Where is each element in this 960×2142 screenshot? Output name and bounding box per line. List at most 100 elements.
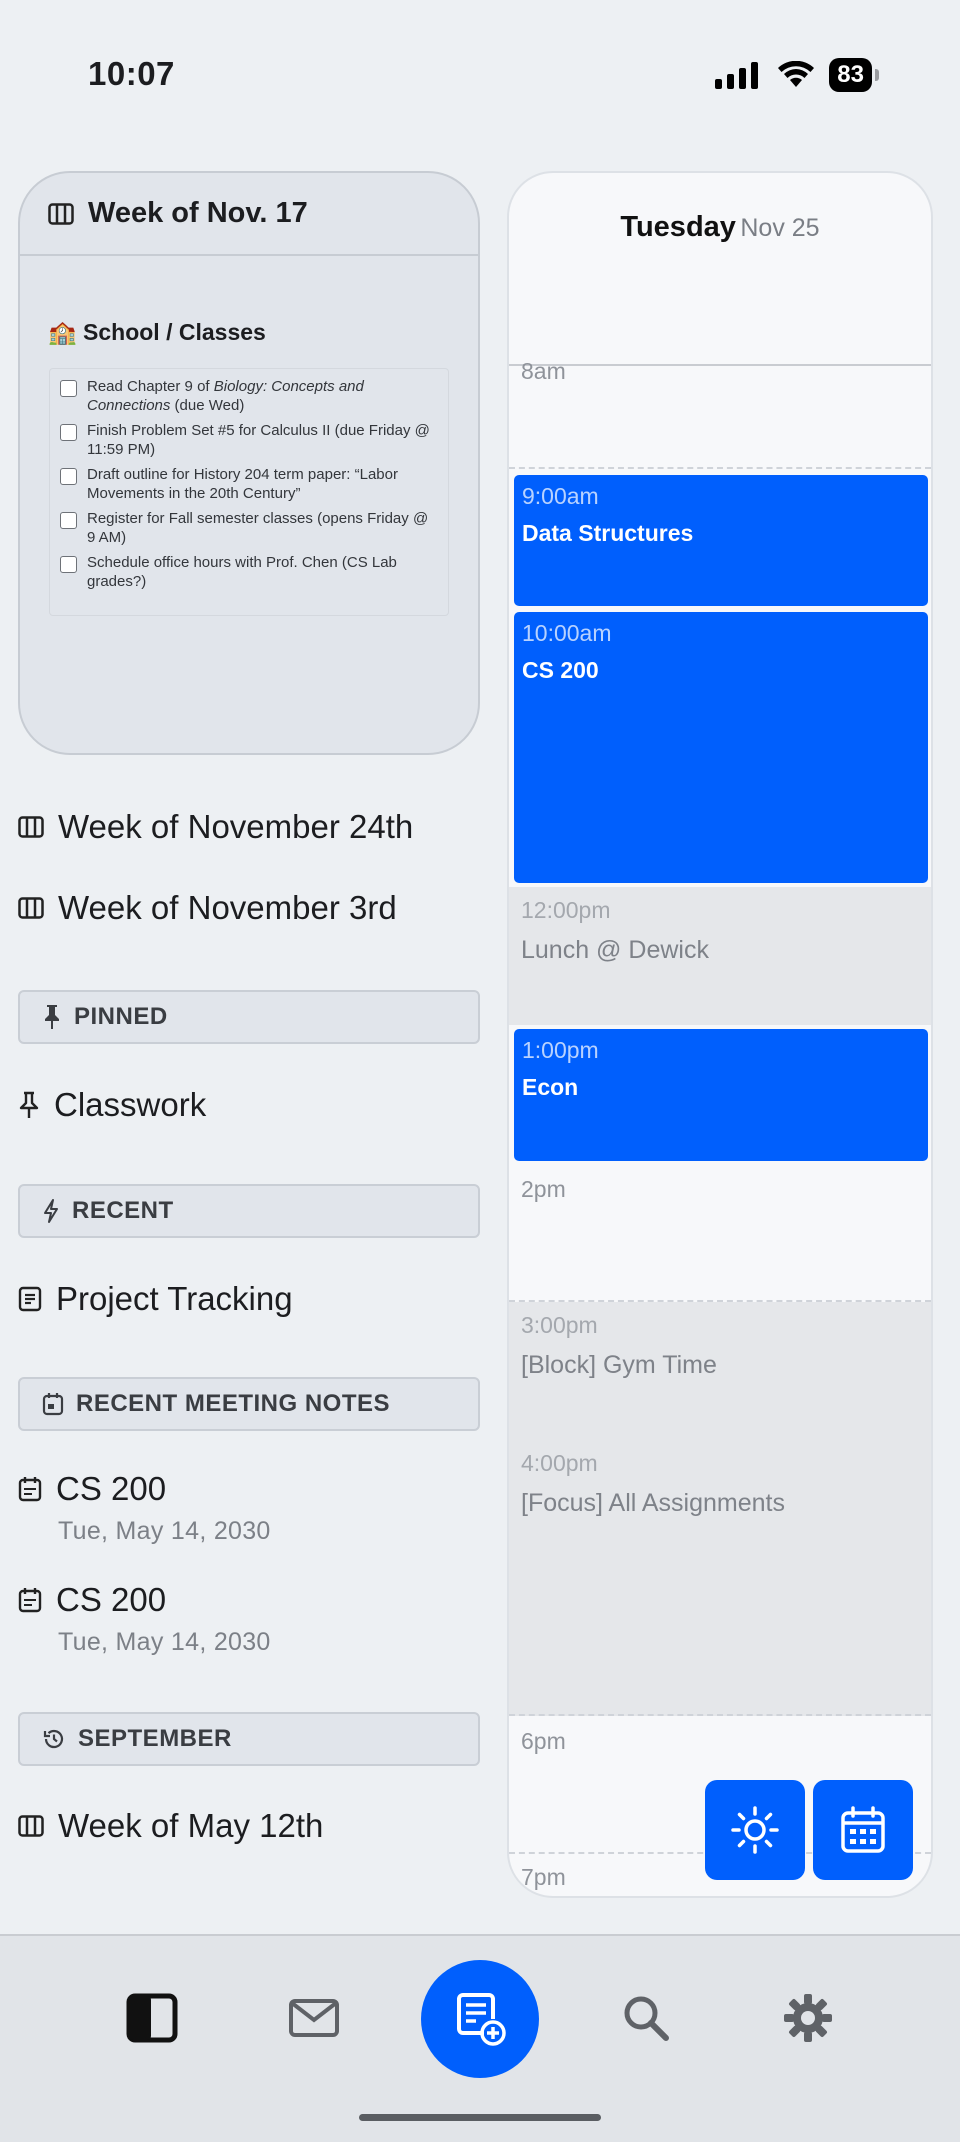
hour-row-8am[interactable]: 8am bbox=[509, 358, 931, 469]
event-data-structures[interactable]: 9:00am Data Structures bbox=[514, 475, 928, 606]
calendar-note-icon bbox=[18, 1477, 42, 1502]
week-label: Week of November 24th bbox=[58, 808, 414, 845]
meeting-notes-section-header: RECENT MEETING NOTES bbox=[18, 1377, 480, 1431]
battery-indicator: 83 bbox=[829, 58, 879, 92]
event-time: 1:00pm bbox=[522, 1037, 599, 1063]
item-label: Classwork bbox=[54, 1086, 207, 1123]
task-checkbox[interactable] bbox=[60, 380, 77, 397]
task-item: Draft outline for History 204 term paper… bbox=[60, 465, 438, 503]
calendar-week-icon bbox=[18, 897, 44, 919]
task-text: Read Chapter 9 of Biology: Concepts and … bbox=[87, 378, 364, 414]
calendar-note-icon bbox=[42, 1393, 64, 1416]
calendar-date: Nov 25 bbox=[740, 214, 820, 242]
open-calendar-button[interactable] bbox=[813, 1780, 913, 1880]
task-checkbox[interactable] bbox=[60, 424, 77, 441]
task-text: Register for Fall semester classes (open… bbox=[87, 510, 429, 546]
tab-sidebar[interactable] bbox=[124, 1990, 180, 2046]
gear-icon bbox=[784, 1994, 832, 2042]
block-time: 12:00pm bbox=[521, 897, 611, 923]
calendar-week-icon bbox=[18, 1815, 44, 1837]
september-section-header: SEPTEMBER bbox=[18, 1712, 480, 1766]
hour-row-2pm[interactable]: 2pm bbox=[509, 1164, 931, 1302]
bottom-tab-bar bbox=[0, 1934, 960, 2142]
hour-label: 2pm bbox=[521, 1176, 566, 1202]
block-title: [Block] Gym Time bbox=[521, 1351, 717, 1379]
home-indicator bbox=[359, 2114, 601, 2121]
task-checkbox[interactable] bbox=[60, 468, 77, 485]
task-text: Finish Problem Set #5 for Calculus II (d… bbox=[87, 422, 430, 458]
block-time: 3:00pm bbox=[521, 1312, 598, 1338]
block-time: 4:00pm bbox=[521, 1450, 598, 1476]
block-gym-time[interactable]: 3:00pm [Block] Gym Time bbox=[509, 1302, 931, 1440]
mail-icon bbox=[289, 1999, 339, 2037]
section-header-label: PINNED bbox=[74, 1003, 168, 1030]
tab-search[interactable] bbox=[618, 1990, 674, 2046]
hour-label: 7pm bbox=[521, 1864, 566, 1890]
section-header-label: RECENT bbox=[72, 1197, 174, 1224]
task-list: Read Chapter 9 of Biology: Concepts and … bbox=[49, 368, 449, 616]
pinned-item-classwork[interactable]: Classwork bbox=[18, 1086, 206, 1124]
sun-icon bbox=[731, 1806, 779, 1854]
status-time: 10:07 bbox=[88, 55, 175, 92]
calendar-week-icon bbox=[48, 202, 74, 225]
wifi-icon bbox=[778, 61, 815, 87]
calendar-icon bbox=[841, 1806, 885, 1853]
battery-level: 83 bbox=[837, 61, 864, 88]
event-time: 10:00am bbox=[522, 620, 612, 646]
current-week-card[interactable]: Week of Nov. 17 🏫 School / Classes Read … bbox=[18, 171, 480, 755]
task-text: Schedule office hours with Prof. Chen (C… bbox=[87, 554, 397, 590]
week-card-header: Week of Nov. 17 bbox=[20, 173, 478, 256]
tab-mail[interactable] bbox=[286, 1990, 342, 2046]
task-text: Draft outline for History 204 term paper… bbox=[87, 466, 398, 502]
block-title: [Focus] All Assignments bbox=[521, 1489, 786, 1517]
section-header-label: RECENT MEETING NOTES bbox=[76, 1390, 391, 1417]
section-header-label: SEPTEMBER bbox=[78, 1725, 232, 1752]
meeting-date: Tue, May 14, 2030 bbox=[58, 1517, 271, 1545]
calendar-day: Tuesday bbox=[620, 211, 736, 243]
calendar-header: Tuesday Nov 25 bbox=[509, 173, 931, 366]
item-label: Project Tracking bbox=[56, 1280, 293, 1317]
week-nov-24-item[interactable]: Week of November 24th bbox=[18, 808, 413, 846]
event-time: 9:00am bbox=[522, 483, 599, 509]
block-focus-assignments[interactable]: 4:00pm [Focus] All Assignments bbox=[509, 1440, 931, 1716]
week-label: Week of November 3rd bbox=[58, 889, 397, 926]
search-icon bbox=[624, 1996, 669, 2041]
new-note-icon bbox=[457, 1993, 506, 2046]
new-note-button[interactable] bbox=[421, 1960, 539, 2078]
calendar-week-icon bbox=[18, 816, 44, 838]
calendar-note-icon bbox=[18, 1588, 42, 1613]
day-calendar-panel[interactable]: Tuesday Nov 25 8am 9:00am Data Structure… bbox=[507, 171, 933, 1898]
event-title: Econ bbox=[522, 1074, 579, 1100]
signal-icon bbox=[715, 62, 759, 89]
school-section-title: 🏫 School / Classes bbox=[48, 319, 266, 345]
task-item: Schedule office hours with Prof. Chen (C… bbox=[60, 553, 438, 591]
recent-item-project-tracking[interactable]: Project Tracking bbox=[18, 1280, 293, 1318]
event-title: CS 200 bbox=[522, 657, 599, 683]
meeting-title: CS 200 bbox=[56, 1470, 167, 1507]
tab-settings[interactable] bbox=[780, 1990, 836, 2046]
event-econ[interactable]: 1:00pm Econ bbox=[514, 1029, 928, 1161]
hour-label: 8am bbox=[521, 358, 566, 384]
pin-icon bbox=[45, 1005, 59, 1029]
history-icon bbox=[43, 1729, 64, 1749]
pinned-section-header: PINNED bbox=[18, 990, 480, 1044]
task-checkbox[interactable] bbox=[60, 556, 77, 573]
meeting-title: CS 200 bbox=[56, 1581, 167, 1618]
task-item: Register for Fall semester classes (open… bbox=[60, 509, 438, 547]
recent-section-header: RECENT bbox=[18, 1184, 480, 1238]
block-lunch[interactable]: 12:00pm Lunch @ Dewick bbox=[509, 887, 931, 1025]
sidebar-icon bbox=[126, 1993, 178, 2043]
event-title: Data Structures bbox=[522, 520, 694, 546]
task-item: Read Chapter 9 of Biology: Concepts and … bbox=[60, 377, 438, 415]
week-label: Week of May 12th bbox=[58, 1807, 324, 1844]
week-nov-3-item[interactable]: Week of November 3rd bbox=[18, 889, 397, 927]
meeting-note-item[interactable]: CS 200 bbox=[18, 1581, 166, 1619]
lightning-icon bbox=[44, 1199, 58, 1223]
week-may-12-item[interactable]: Week of May 12th bbox=[18, 1807, 323, 1845]
event-cs-200[interactable]: 10:00am CS 200 bbox=[514, 612, 928, 883]
meeting-note-item[interactable]: CS 200 bbox=[18, 1470, 166, 1508]
pin-outline-icon bbox=[19, 1091, 39, 1118]
theme-toggle-button[interactable] bbox=[705, 1780, 805, 1880]
task-checkbox[interactable] bbox=[60, 512, 77, 529]
hour-label: 6pm bbox=[521, 1728, 566, 1754]
